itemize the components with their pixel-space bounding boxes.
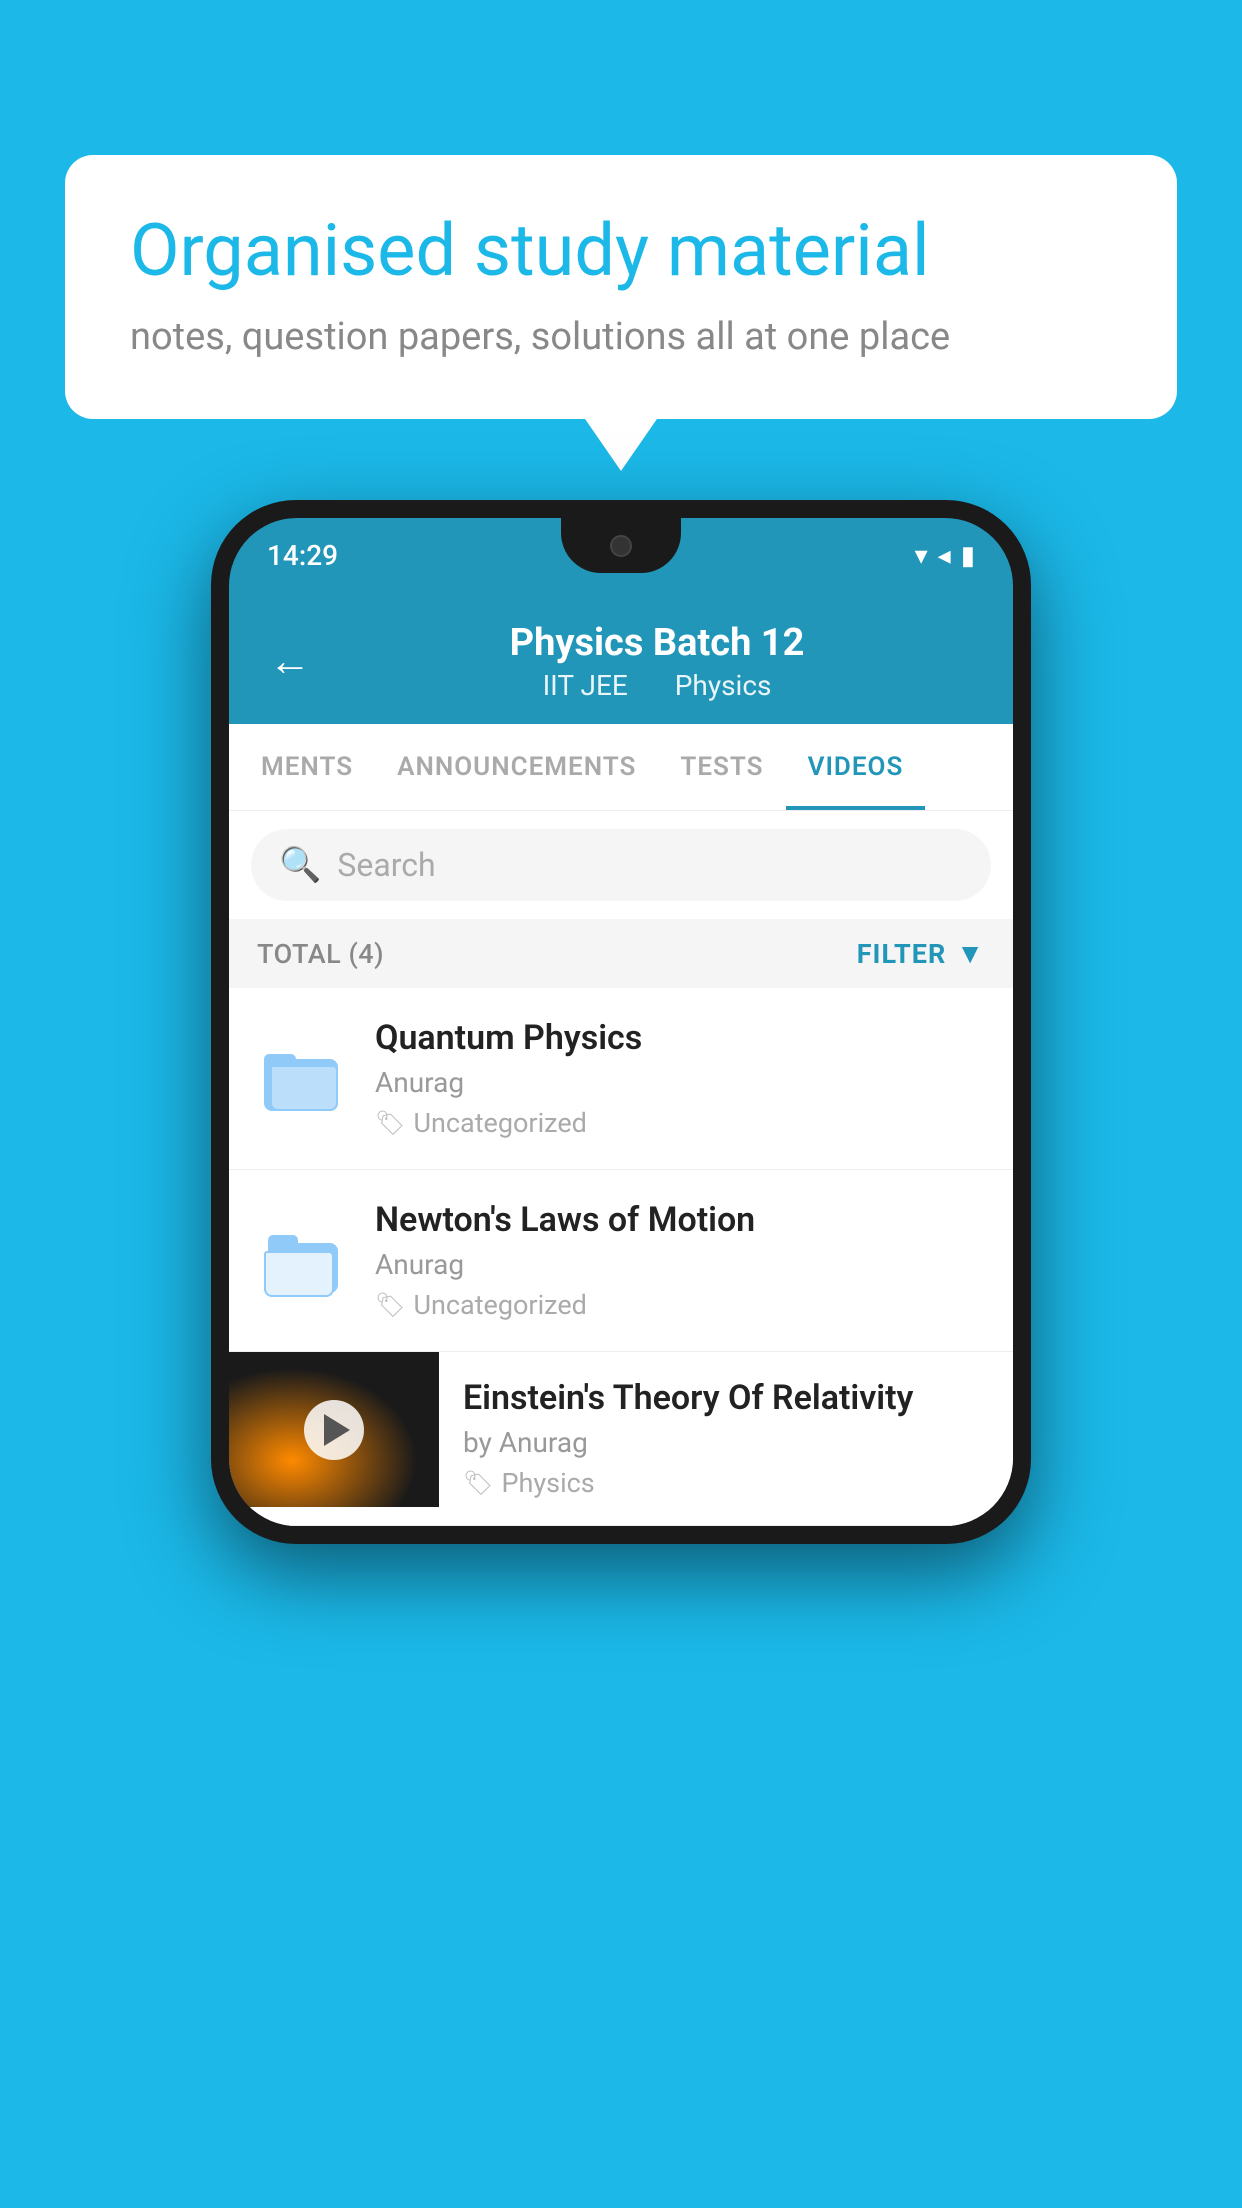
status-icons: ▾ ◂ ▮ [915, 541, 975, 571]
tab-ments[interactable]: MENTS [239, 724, 375, 810]
folder-icon [264, 1046, 340, 1111]
search-placeholder: Search [337, 846, 435, 884]
battery-icon: ▮ [961, 541, 975, 571]
back-button[interactable]: ← [269, 641, 311, 683]
total-count-label: TOTAL (4) [257, 938, 384, 970]
video-thumbnail [229, 1352, 439, 1507]
video-title: Newton's Laws of Motion [375, 1200, 985, 1240]
tag-icon: 🏷 [375, 1109, 405, 1137]
signal-icon: ◂ [938, 541, 951, 571]
phone-screen: ← Physics Batch 12 IIT JEE Physics MENTS… [229, 593, 1013, 1526]
list-item[interactable]: Quantum Physics Anurag 🏷 Uncategorized [229, 988, 1013, 1170]
video-author: Anurag [375, 1066, 985, 1099]
play-button[interactable] [304, 1400, 364, 1460]
search-container: 🔍 Search [229, 811, 1013, 919]
speech-bubble-title: Organised study material [130, 210, 1112, 293]
tag-label: Uncategorized [413, 1289, 586, 1321]
video-info: Quantum Physics Anurag 🏷 Uncategorized [375, 1018, 985, 1139]
list-item[interactable]: Newton's Laws of Motion Anurag 🏷 Uncateg… [229, 1170, 1013, 1352]
tabs-bar: MENTS ANNOUNCEMENTS TESTS VIDEOS [229, 724, 1013, 811]
filter-label: FILTER [857, 938, 947, 970]
tag-label: Uncategorized [413, 1107, 586, 1139]
filter-icon: ▼ [956, 937, 985, 970]
video-title: Einstein's Theory Of Relativity [463, 1378, 989, 1418]
tab-videos[interactable]: VIDEOS [786, 724, 926, 810]
status-bar: 14:29 ▾ ◂ ▮ [229, 518, 1013, 593]
front-camera [610, 535, 632, 557]
list-item[interactable]: Einstein's Theory Of Relativity by Anura… [229, 1352, 1013, 1526]
tag-icon: 🏷 [463, 1469, 493, 1497]
speech-bubble: Organised study material notes, question… [65, 155, 1177, 419]
phone-outer: 14:29 ▾ ◂ ▮ ← Physics Batch 12 IIT JEE [211, 500, 1031, 1544]
video-tag: 🏷 Uncategorized [375, 1107, 985, 1139]
status-time: 14:29 [267, 539, 338, 572]
video-tag: 🏷 Physics [463, 1467, 989, 1499]
filter-button[interactable]: FILTER ▼ [857, 937, 985, 970]
wifi-icon: ▾ [915, 541, 928, 571]
header-subtitle: IIT JEE Physics [341, 669, 973, 702]
phone-device: 14:29 ▾ ◂ ▮ ← Physics Batch 12 IIT JEE [211, 500, 1031, 1544]
video-icon-box [257, 1216, 347, 1306]
video-tag: 🏷 Uncategorized [375, 1289, 985, 1321]
app-header: ← Physics Batch 12 IIT JEE Physics [229, 593, 1013, 724]
video-info: Einstein's Theory Of Relativity by Anura… [439, 1352, 1013, 1525]
video-info: Newton's Laws of Motion Anurag 🏷 Uncateg… [375, 1200, 985, 1321]
header-title-block: Physics Batch 12 IIT JEE Physics [341, 621, 973, 702]
speech-bubble-subtitle: notes, question papers, solutions all at… [130, 315, 1112, 359]
phone-notch [561, 518, 681, 573]
subtitle-physics: Physics [675, 669, 772, 702]
tag-label: Physics [501, 1467, 594, 1499]
folder-icon [264, 1225, 340, 1297]
search-bar[interactable]: 🔍 Search [251, 829, 991, 901]
total-filter-bar: TOTAL (4) FILTER ▼ [229, 919, 1013, 988]
play-icon [324, 1414, 350, 1446]
tag-icon: 🏷 [375, 1291, 405, 1319]
video-icon-box [257, 1034, 347, 1124]
page-title: Physics Batch 12 [341, 621, 973, 665]
subtitle-iitjee: IIT JEE [543, 669, 628, 702]
video-author: by Anurag [463, 1426, 989, 1459]
video-author: Anurag [375, 1248, 985, 1281]
tab-announcements[interactable]: ANNOUNCEMENTS [375, 724, 658, 810]
tab-tests[interactable]: TESTS [658, 724, 785, 810]
search-icon: 🔍 [279, 845, 321, 885]
video-title: Quantum Physics [375, 1018, 985, 1058]
